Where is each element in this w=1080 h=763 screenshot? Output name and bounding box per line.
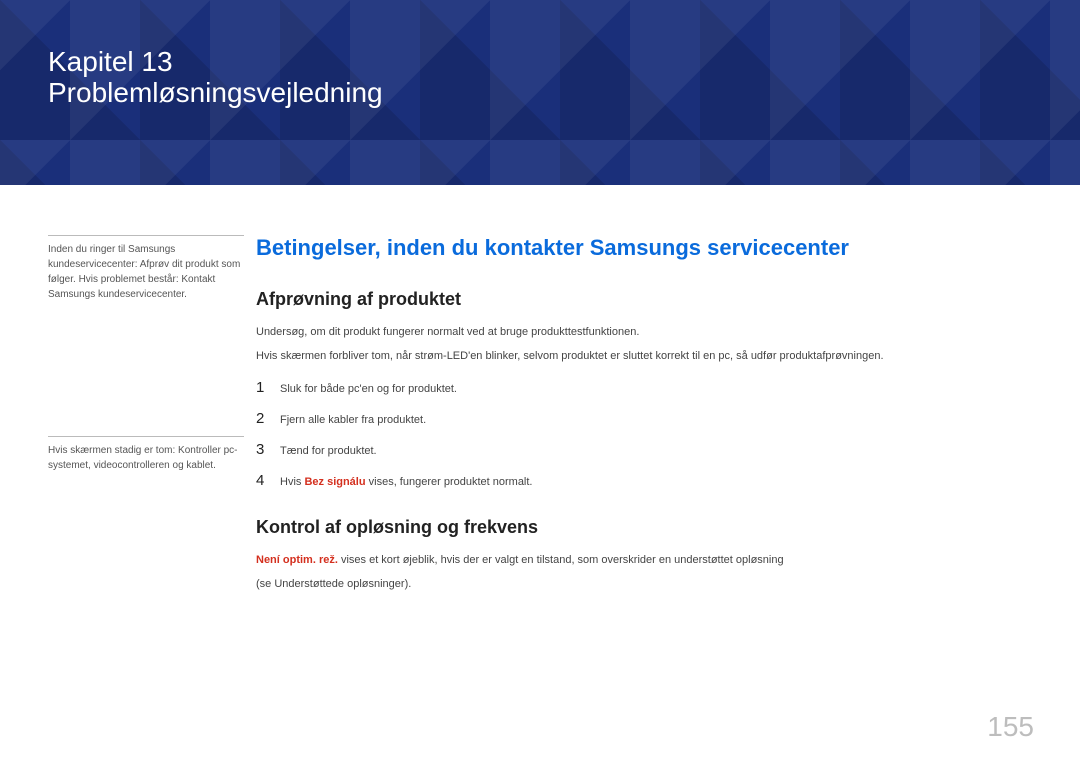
- sidebar-note-1: Inden du ringer til Samsungs kundeservic…: [48, 235, 244, 302]
- document-page: Kapitel 13 Problemløsningsvejledning Ind…: [0, 0, 1080, 763]
- highlight-red: Není optim. rež.: [256, 554, 338, 566]
- step-number: 4: [256, 472, 280, 489]
- page-number: 155: [987, 711, 1034, 743]
- step-text-suffix: vises, fungerer produktet normalt.: [366, 476, 533, 488]
- subsection-heading-resolution: Kontrol af opløsning og frekvens: [256, 517, 1034, 538]
- list-item: 2 Fjern alle kabler fra produktet.: [256, 410, 1034, 427]
- content-area: Inden du ringer til Samsungs kundeservic…: [0, 185, 1080, 599]
- sidebar-note-2: Hvis skærmen stadig er tom: Kontroller p…: [48, 436, 244, 473]
- step-number: 1: [256, 379, 280, 396]
- paragraph-rest: vises et kort øjeblik, hvis der er valgt…: [338, 554, 784, 566]
- subsection-heading-testing: Afprøvning af produktet: [256, 289, 1034, 310]
- chapter-heading: Kapitel 13 Problemløsningsvejledning: [48, 46, 1080, 109]
- main-column: Betingelser, inden du kontakter Samsungs…: [244, 235, 1034, 599]
- paragraph: Hvis skærmen forbliver tom, når strøm-LE…: [256, 348, 1034, 366]
- paragraph: Undersøg, om dit produkt fungerer normal…: [256, 324, 1034, 342]
- step-text: Fjern alle kabler fra produktet.: [280, 414, 1034, 426]
- sidebar: Inden du ringer til Samsungs kundeservic…: [48, 235, 244, 599]
- steps-list: 1 Sluk for både pc'en og for produktet. …: [256, 379, 1034, 489]
- chapter-banner: Kapitel 13 Problemløsningsvejledning: [0, 0, 1080, 185]
- step-number: 3: [256, 441, 280, 458]
- step-number: 2: [256, 410, 280, 427]
- step-text: Hvis Bez signálu vises, fungerer produkt…: [280, 476, 1034, 488]
- chapter-title: Problemløsningsvejledning: [48, 77, 1080, 108]
- list-item: 3 Tænd for produktet.: [256, 441, 1034, 458]
- section-title: Betingelser, inden du kontakter Samsungs…: [256, 235, 1034, 261]
- list-item: 1 Sluk for både pc'en og for produktet.: [256, 379, 1034, 396]
- step-text: Sluk for både pc'en og for produktet.: [280, 383, 1034, 395]
- step-text-prefix: Hvis: [280, 476, 304, 488]
- step-text: Tænd for produktet.: [280, 445, 1034, 457]
- list-item: 4 Hvis Bez signálu vises, fungerer produ…: [256, 472, 1034, 489]
- paragraph: (se Understøttede opløsninger).: [256, 576, 1034, 594]
- highlight-red: Bez signálu: [304, 476, 365, 488]
- chapter-label: Kapitel 13: [48, 46, 1080, 77]
- paragraph: Není optim. rež. vises et kort øjeblik, …: [256, 552, 1034, 570]
